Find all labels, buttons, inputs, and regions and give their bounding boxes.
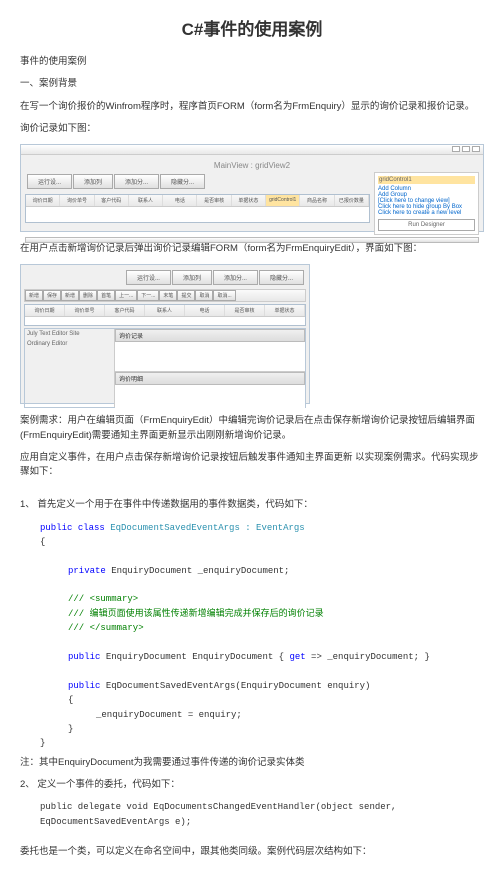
toolbar: 运行设... 添加列 添加分... 隐藏分...: [25, 172, 370, 191]
toolbar-button[interactable]: 运行设...: [126, 270, 171, 285]
btn[interactable]: 下一...: [137, 290, 159, 301]
run-designer-button[interactable]: Run Designer: [378, 219, 475, 231]
step-heading: 2、 定义一个事件的委托，代码如下：: [20, 778, 484, 792]
grid-column: 商品名称: [300, 195, 334, 206]
page-title: C#事件的使用案例: [20, 15, 484, 40]
panel-label: gridControl1: [378, 176, 475, 184]
step-heading: 1、 首先定义一个用于在事件中传递数据用的事件数据类，代码如下：: [20, 498, 484, 512]
grid-column: 询价日期: [26, 195, 60, 206]
grid-column: 电话: [163, 195, 197, 206]
note: 注：其中EnquiryDocument为我需要通过事件传递的询价记录实体类: [20, 756, 484, 770]
paragraph: 案例需求：用户在编辑页面（FrmEnquiryEdit）中编辑完询价记录后在点击…: [20, 414, 484, 443]
btn[interactable]: 首笔: [97, 290, 115, 301]
view-title: MainView : gridView2: [25, 159, 479, 172]
toolbar-button[interactable]: 添加列: [73, 174, 113, 189]
paging-bar: [25, 237, 479, 243]
code-block-2: public delegate void EqDocumentsChangedE…: [20, 800, 484, 829]
window-titlebar: [21, 145, 483, 155]
designer-link[interactable]: Click here to create a new level: [378, 210, 475, 216]
grid-column: 联系人: [129, 195, 163, 206]
grid-column: 电话: [185, 305, 225, 316]
toolbar-button[interactable]: 添加分...: [213, 270, 258, 285]
grid-column: 是否审核: [225, 305, 265, 316]
grid-column: 询价单号: [65, 305, 105, 316]
toolbar-button[interactable]: 运行设...: [27, 174, 72, 189]
paragraph: 事件的使用案例: [20, 55, 484, 69]
grid-column: 是否审核: [197, 195, 231, 206]
section-heading: 一、案例背景: [20, 77, 484, 91]
btn[interactable]: 末笔: [159, 290, 177, 301]
tree-item[interactable]: Ordinary Editor: [25, 339, 114, 349]
right-panel: 询价记录 询价明细: [115, 329, 305, 407]
section-label: 询价记录: [115, 329, 305, 342]
toolbar-button[interactable]: 隐藏分...: [259, 270, 304, 285]
grid-edit-top: 询价日期 询价单号 客户代码 联系人 电话 是否审核 单据状态: [24, 304, 306, 326]
grid-column: 单据状态: [232, 195, 266, 206]
screenshot-frmenquiryedit: 运行设... 添加列 添加分... 隐藏分... 新增 保存 新增 删除 首笔 …: [20, 264, 310, 404]
section-label: 询价明细: [115, 372, 305, 385]
btn[interactable]: 删除: [79, 290, 97, 301]
grid-column: 询价单号: [60, 195, 94, 206]
grid-column: gridControl1: [266, 195, 300, 206]
paragraph: 在写一个询价报价的Winfrom程序时，程序首页FORM（form名为FrmEn…: [20, 100, 484, 114]
paragraph: 委托也是一个类，可以定义在命名空间中，跟其他类同级。案例代码层次结构如下：: [20, 845, 484, 859]
grid-column: 客户代码: [105, 305, 145, 316]
btn[interactable]: 保存: [43, 290, 61, 301]
btn[interactable]: 提交: [177, 290, 195, 301]
grid-column: 单据状态: [265, 305, 305, 316]
screenshot-frmenquiry: MainView : gridView2 运行设... 添加列 添加分... 隐…: [20, 144, 484, 232]
btn[interactable]: 上一...: [115, 290, 137, 301]
grid-column: 联系人: [145, 305, 185, 316]
grid-column: 已报价数量: [335, 195, 369, 206]
grid-column: 询价日期: [25, 305, 65, 316]
toolbar-button[interactable]: 隐藏分...: [160, 174, 205, 189]
left-panel: July Text Editor Site Ordinary Editor: [25, 329, 115, 407]
toolbar-button[interactable]: 添加分...: [114, 174, 159, 189]
tree-item[interactable]: July Text Editor Site: [25, 329, 114, 339]
code-block-1: public class EqDocumentSavedEventArgs : …: [20, 521, 484, 751]
btn[interactable]: 新增: [25, 290, 43, 301]
paragraph: 询价记录如下图：: [20, 122, 484, 136]
toolbar-button[interactable]: 添加列: [172, 270, 212, 285]
btn[interactable]: 新增: [61, 290, 79, 301]
paragraph: 应用自定义事件，在用户点击保存新增询价记录按钮后触发事件通知主界面更新 以实现案…: [20, 451, 484, 480]
grid-column: 客户代码: [95, 195, 129, 206]
designer-panel: gridControl1 Add Column Add Group [Click…: [374, 172, 479, 235]
btn[interactable]: 取消: [195, 290, 213, 301]
btn[interactable]: 取消...: [213, 290, 235, 301]
grid-main: 询价日期 询价单号 客户代码 联系人 电话 是否审核 单据状态 gridCont…: [25, 194, 370, 223]
